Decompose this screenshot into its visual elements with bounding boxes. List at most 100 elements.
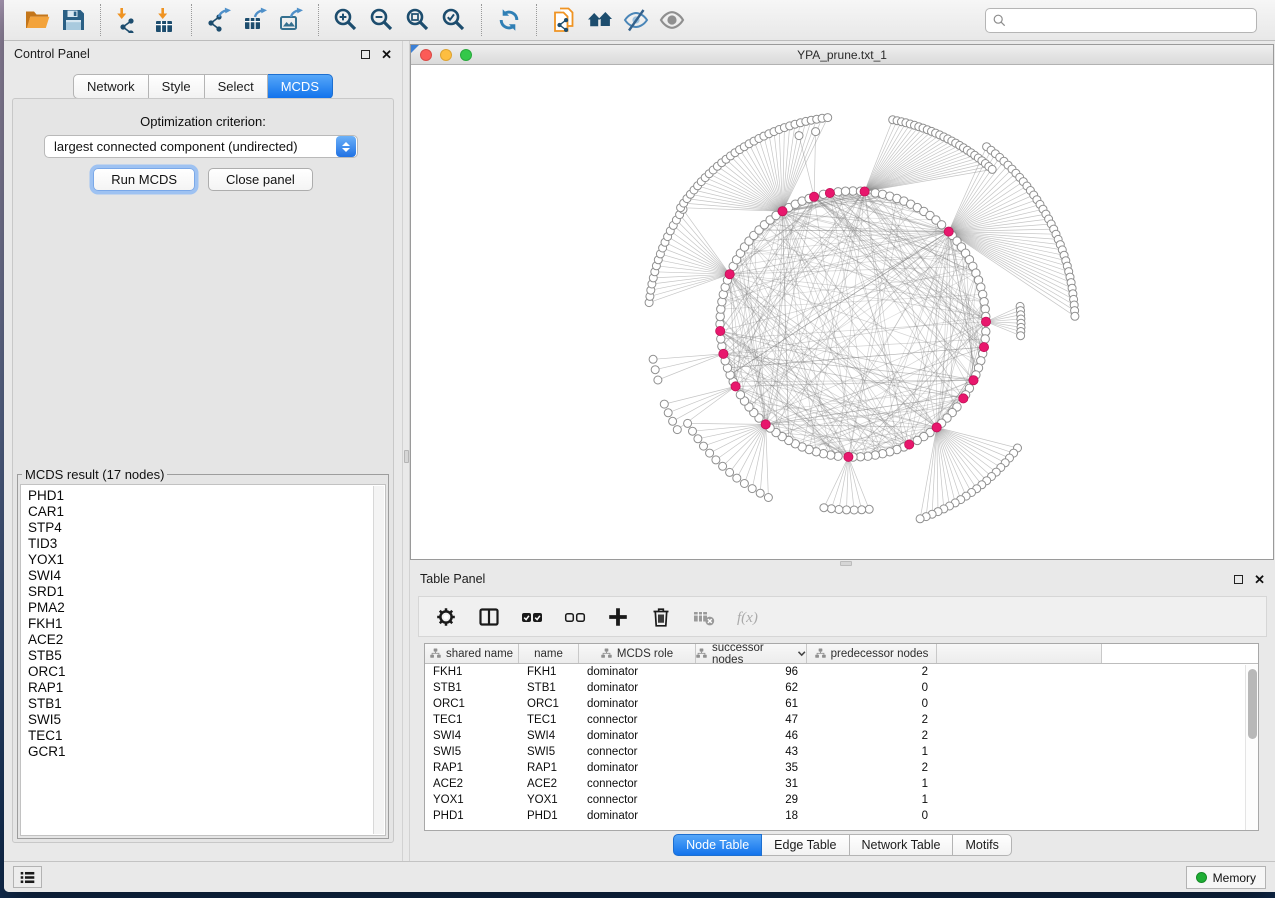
table-cell[interactable]: 1 [807, 776, 937, 792]
window-zoom-icon[interactable] [460, 49, 472, 61]
mcds-result-item[interactable]: STB5 [28, 648, 372, 664]
table-cell[interactable]: FKH1 [519, 664, 579, 680]
mcds-hub-node[interactable] [725, 270, 734, 279]
column-header-predecessor-nodes[interactable]: predecessor nodes [807, 644, 937, 663]
select-all-checks-button[interactable] [519, 604, 545, 630]
mcds-result-item[interactable]: TID3 [28, 536, 372, 552]
export-table-button[interactable] [239, 4, 271, 36]
table-cell[interactable]: STB1 [425, 680, 519, 696]
table-cell[interactable]: 1 [807, 744, 937, 760]
table-cell[interactable]: 2 [807, 760, 937, 776]
optimization-criterion-select[interactable]: largest connected component (undirected) [44, 135, 358, 158]
mcds-result-item[interactable]: SWI5 [28, 712, 372, 728]
mcds-hub-node[interactable] [932, 423, 941, 432]
mcds-result-item[interactable]: TEC1 [28, 728, 372, 744]
table-cell[interactable] [937, 712, 1102, 728]
column-header-shared-name[interactable]: shared name [425, 644, 519, 663]
scrollbar-thumb[interactable] [1248, 669, 1257, 739]
mcds-hub-node[interactable] [719, 349, 728, 358]
table-cell[interactable]: SWI4 [425, 728, 519, 744]
search-box[interactable] [985, 8, 1257, 33]
table-cell[interactable]: connector [579, 744, 696, 760]
mcds-result-item[interactable]: SRD1 [28, 584, 372, 600]
table-cell[interactable]: ORC1 [519, 696, 579, 712]
table-cell[interactable]: SWI4 [519, 728, 579, 744]
tab-network[interactable]: Network [73, 74, 149, 99]
refresh-layout-button[interactable] [493, 4, 525, 36]
table-cell[interactable]: 1 [807, 792, 937, 808]
table-cell[interactable]: 62 [696, 680, 807, 696]
close-panel-button[interactable]: Close panel [208, 168, 313, 191]
table-cell[interactable]: dominator [579, 808, 696, 824]
table-cell[interactable]: 46 [696, 728, 807, 744]
table-cell[interactable]: 2 [807, 664, 937, 680]
share-document-button[interactable] [548, 4, 580, 36]
mcds-result-item[interactable]: RAP1 [28, 680, 372, 696]
zoom-in-button[interactable] [330, 4, 362, 36]
add-plus-button[interactable] [605, 604, 631, 630]
table-cell[interactable] [937, 664, 1102, 680]
zoom-selected-button[interactable] [438, 4, 470, 36]
close-panel-icon[interactable]: ✕ [381, 48, 392, 61]
memory-button[interactable]: Memory [1186, 866, 1266, 889]
mcds-hub-node[interactable] [969, 376, 978, 385]
table-cell[interactable]: connector [579, 776, 696, 792]
table-cell[interactable]: 18 [696, 808, 807, 824]
table-cell[interactable]: 0 [807, 680, 937, 696]
mcds-result-item[interactable]: GCR1 [28, 744, 372, 760]
tab-edge-table[interactable]: Edge Table [762, 834, 849, 856]
float-table-panel-icon[interactable] [1234, 575, 1243, 584]
mcds-hub-node[interactable] [959, 394, 968, 403]
column-header-successor-nodes[interactable]: successor nodes [696, 644, 807, 663]
search-input[interactable] [1011, 13, 1256, 29]
table-cell[interactable]: dominator [579, 728, 696, 744]
table-cell[interactable]: dominator [579, 760, 696, 776]
network-canvas[interactable] [411, 65, 1273, 559]
zoom-out-button[interactable] [366, 4, 398, 36]
mcds-result-item[interactable]: ACE2 [28, 632, 372, 648]
table-cell[interactable]: 29 [696, 792, 807, 808]
mcds-result-item[interactable]: CAR1 [28, 504, 372, 520]
save-session-button[interactable] [57, 4, 89, 36]
table-cell[interactable]: TEC1 [425, 712, 519, 728]
tab-motifs[interactable]: Motifs [953, 834, 1011, 856]
open-file-button[interactable] [21, 4, 53, 36]
table-cell[interactable] [937, 744, 1102, 760]
splitter-grip-icon[interactable] [840, 561, 852, 566]
close-table-panel-icon[interactable]: ✕ [1254, 573, 1265, 586]
column-header-name[interactable]: name [519, 644, 579, 663]
table-cell[interactable]: 61 [696, 696, 807, 712]
table-cell[interactable]: ORC1 [425, 696, 519, 712]
table-cell[interactable] [937, 808, 1102, 824]
mcds-result-item[interactable]: YOX1 [28, 552, 372, 568]
tab-node-table[interactable]: Node Table [673, 834, 762, 856]
table-cell[interactable]: 35 [696, 760, 807, 776]
mcds-hub-node[interactable] [761, 420, 770, 429]
table-cell[interactable]: PHD1 [519, 808, 579, 824]
table-cell[interactable] [937, 696, 1102, 712]
table-cell[interactable]: FKH1 [425, 664, 519, 680]
mcds-hub-node[interactable] [860, 187, 869, 196]
tab-select[interactable]: Select [205, 74, 268, 99]
mcds-hub-node[interactable] [905, 440, 914, 449]
export-network-button[interactable] [203, 4, 235, 36]
mcds-hub-node[interactable] [716, 326, 725, 335]
table-cell[interactable]: ACE2 [519, 776, 579, 792]
table-cell[interactable]: TEC1 [519, 712, 579, 728]
network-home-button[interactable] [584, 4, 616, 36]
table-cell[interactable]: RAP1 [519, 760, 579, 776]
float-panel-icon[interactable] [361, 50, 370, 59]
table-cell[interactable]: 47 [696, 712, 807, 728]
mcds-result-item[interactable]: ORC1 [28, 664, 372, 680]
table-cell[interactable]: SWI5 [519, 744, 579, 760]
table-cell[interactable]: 96 [696, 664, 807, 680]
hide-details-button[interactable] [620, 4, 652, 36]
mcds-result-item[interactable]: PHD1 [28, 488, 372, 504]
table-cell[interactable]: dominator [579, 696, 696, 712]
import-table-button[interactable] [148, 4, 180, 36]
mcds-result-item[interactable]: PMA2 [28, 600, 372, 616]
export-image-button[interactable] [275, 4, 307, 36]
vertical-splitter[interactable] [402, 41, 410, 861]
mcds-result-item[interactable]: STB1 [28, 696, 372, 712]
gear-button[interactable] [433, 604, 459, 630]
